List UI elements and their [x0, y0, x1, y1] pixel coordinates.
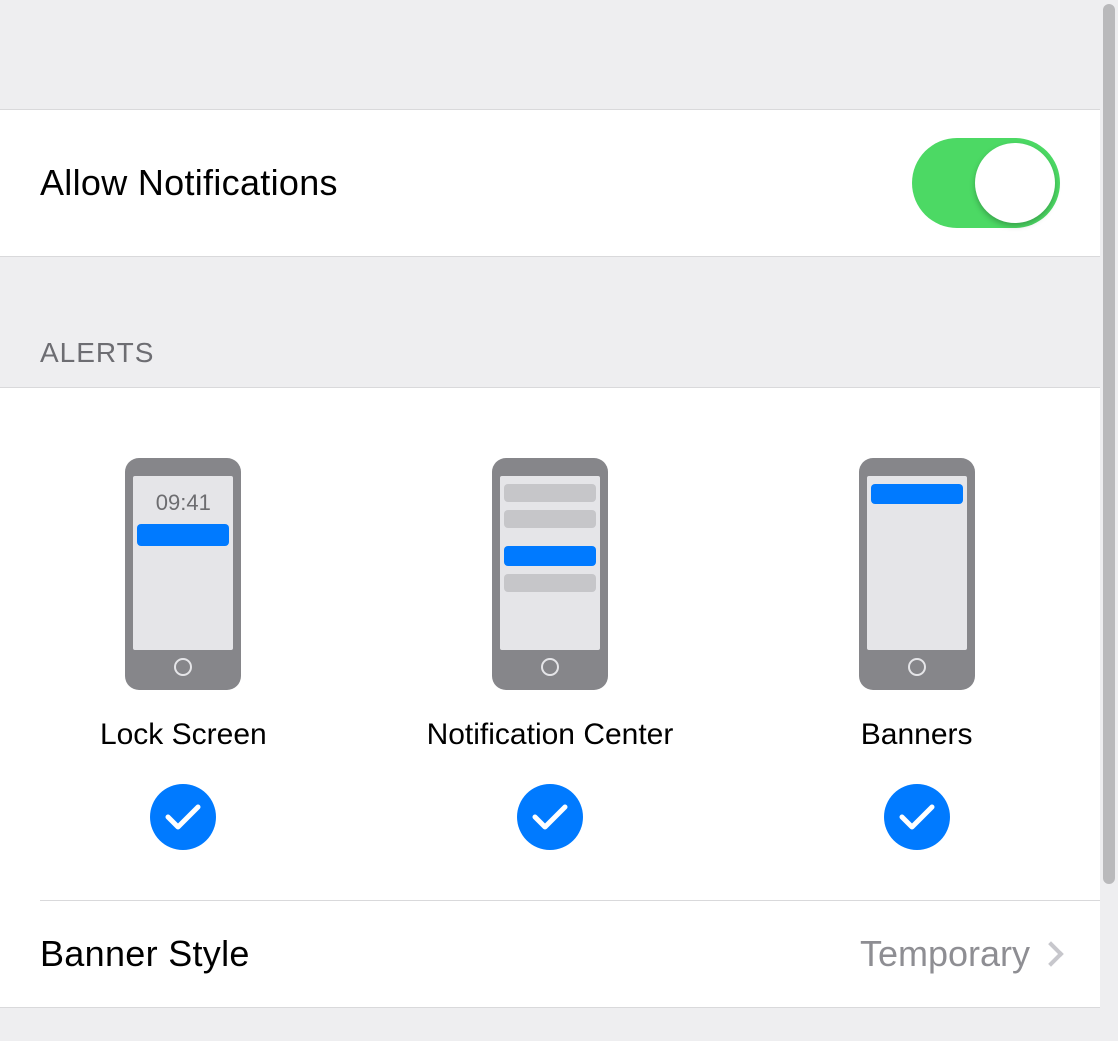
check-icon: [165, 803, 201, 831]
chevron-right-icon: [1038, 941, 1063, 966]
alert-option-banners[interactable]: Banners: [767, 458, 1067, 850]
alert-option-notification-center[interactable]: Notification Center: [400, 458, 700, 850]
phone-icon-notification-center: [492, 458, 608, 690]
banner-style-label: Banner Style: [40, 933, 250, 975]
section-gap: [0, 257, 1100, 337]
alert-label-lock-screen: Lock Screen: [100, 718, 267, 752]
home-button-icon: [541, 658, 559, 676]
list-bar-icon: [504, 574, 596, 592]
allow-notifications-toggle[interactable]: [912, 138, 1060, 228]
checkmark-lock-screen[interactable]: [150, 784, 216, 850]
top-spacer: [0, 0, 1100, 109]
check-icon: [899, 803, 935, 831]
allow-notifications-row[interactable]: Allow Notifications: [0, 109, 1100, 257]
list-bar-icon: [504, 510, 596, 528]
phone-icon-lock-screen: 09:41: [125, 458, 241, 690]
home-button-icon: [174, 658, 192, 676]
alert-option-lock-screen[interactable]: 09:41 Lock Screen: [33, 458, 333, 850]
phone-icon-banners: [859, 458, 975, 690]
list-bar-blue-icon: [504, 546, 596, 566]
scrollbar[interactable]: [1100, 0, 1118, 1041]
checkmark-notification-center[interactable]: [517, 784, 583, 850]
alerts-panel: 09:41 Lock Screen: [0, 387, 1100, 1008]
banner-style-value: Temporary: [860, 933, 1030, 975]
lock-screen-time: 09:41: [156, 490, 211, 516]
allow-notifications-label: Allow Notifications: [40, 162, 338, 204]
scrollbar-thumb[interactable]: [1103, 4, 1115, 884]
alerts-options-row: 09:41 Lock Screen: [0, 388, 1100, 900]
toggle-knob: [975, 143, 1055, 223]
alert-label-banners: Banners: [861, 718, 973, 752]
alerts-section-header: ALERTS: [0, 337, 1100, 387]
list-bar-icon: [504, 484, 596, 502]
alert-label-notification-center: Notification Center: [427, 718, 674, 752]
checkmark-banners[interactable]: [884, 784, 950, 850]
banner-style-row[interactable]: Banner Style Temporary: [0, 901, 1100, 1008]
banner-bar-icon: [871, 484, 963, 504]
home-button-icon: [908, 658, 926, 676]
notification-bar-icon: [137, 524, 229, 546]
check-icon: [532, 803, 568, 831]
